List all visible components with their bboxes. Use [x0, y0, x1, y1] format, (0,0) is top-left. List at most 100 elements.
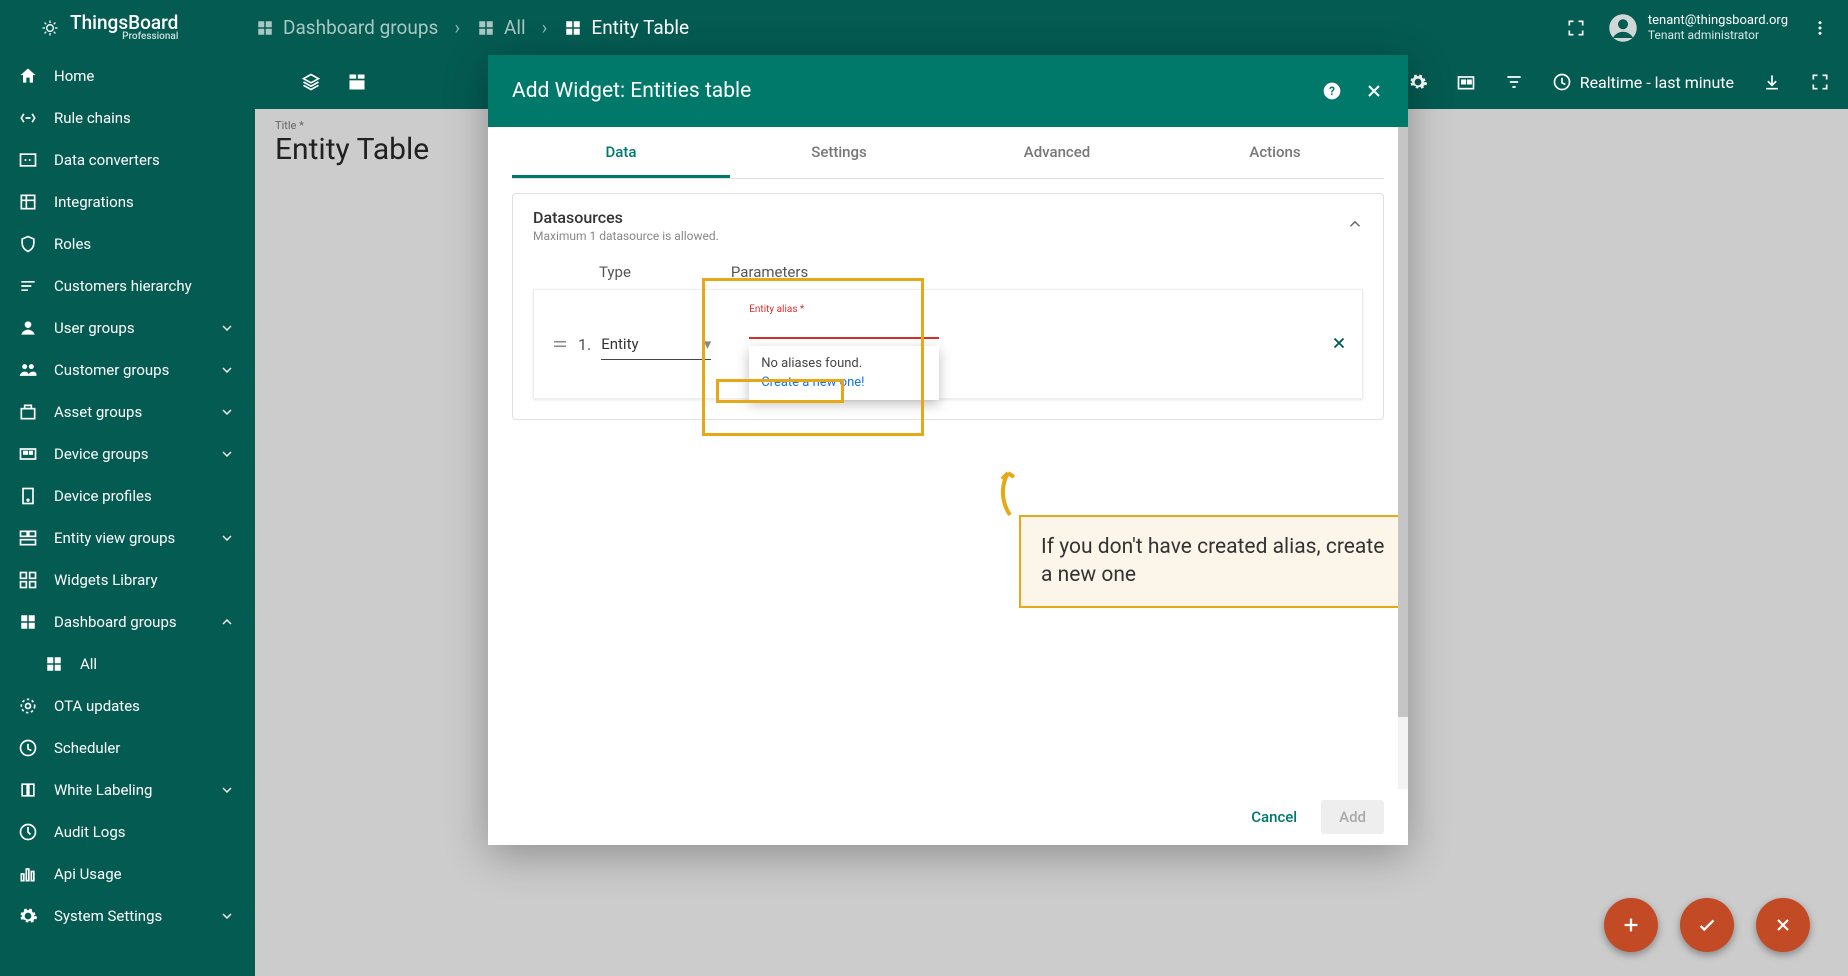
widgets-icon — [18, 570, 38, 590]
entity-alias-input[interactable] — [749, 315, 939, 339]
chevron-up-icon[interactable] — [1345, 214, 1365, 234]
row-index: 1. — [578, 335, 591, 354]
modal-title: Add Widget: Entities table — [512, 79, 751, 103]
labeling-icon — [18, 780, 38, 800]
customergroups-icon — [18, 360, 38, 380]
sidebar-item-home[interactable]: Home — [0, 55, 255, 97]
sidebar-item-api-usage[interactable]: Api Usage — [0, 853, 255, 895]
breadcrumb-current[interactable]: Entity Table — [563, 16, 689, 39]
home-icon — [18, 66, 38, 86]
cancel-button[interactable]: Cancel — [1251, 808, 1297, 826]
user-menu[interactable]: tenant@thingsboard.org Tenant administra… — [1608, 13, 1788, 43]
chevron-down-icon — [217, 528, 237, 548]
dashboard-icon — [255, 18, 275, 38]
sidebar-item-data-converters[interactable]: Data converters — [0, 139, 255, 181]
sidebar-item-customer-groups[interactable]: Customer groups — [0, 349, 255, 391]
datasources-card: Datasources Maximum 1 datasource is allo… — [512, 193, 1384, 420]
user-avatar-icon — [1608, 13, 1638, 43]
user-role: Tenant administrator — [1648, 28, 1788, 42]
sidebar-item-customers-hierarchy[interactable]: Customers hierarchy — [0, 265, 255, 307]
sidebar-item-rule-chains[interactable]: Rule chains — [0, 97, 255, 139]
datasource-row: 1. Entity ▾ Entity alias * No aliases fo… — [533, 289, 1363, 399]
sidebar-item-label: Scheduler — [54, 739, 120, 757]
roles-icon — [18, 234, 38, 254]
sidebar-item-label: Rule chains — [54, 109, 131, 127]
breadcrumb-all[interactable]: All — [476, 16, 526, 39]
card-subtitle: Maximum 1 datasource is allowed. — [533, 229, 1363, 243]
dashboard-icon — [476, 18, 496, 38]
app-name: ThingsBoard — [70, 13, 178, 32]
chevron-down-icon — [217, 360, 237, 380]
sidebar-item-ota-updates[interactable]: OTA updates — [0, 685, 255, 727]
help-icon[interactable]: ? — [1322, 81, 1342, 101]
sidebar-item-user-groups[interactable]: User groups — [0, 307, 255, 349]
app-logo[interactable]: ThingsBoard Professional — [0, 13, 255, 42]
add-widget-modal: Add Widget: Entities table ? DataSetting… — [488, 55, 1408, 845]
sidebar-item-label: Api Usage — [54, 865, 122, 883]
breadcrumb-dashboard-groups[interactable]: Dashboard groups — [255, 16, 438, 39]
sidebar-item-audit-logs[interactable]: Audit Logs — [0, 811, 255, 853]
entity-alias-label: Entity alias * — [749, 304, 939, 315]
sidebar-item-label: Audit Logs — [54, 823, 126, 841]
sidebar-item-label: Dashboard groups — [54, 613, 177, 631]
sidebar-item-asset-groups[interactable]: Asset groups — [0, 391, 255, 433]
app-edition: Professional — [122, 32, 178, 42]
chevron-down-icon — [217, 402, 237, 422]
sidebar-item-device-groups[interactable]: Device groups — [0, 433, 255, 475]
drag-handle-icon[interactable] — [550, 334, 570, 354]
sidebar-item-system-settings[interactable]: System Settings — [0, 895, 255, 937]
sidebar-item-scheduler[interactable]: Scheduler — [0, 727, 255, 769]
sidebar-item-widgets-library[interactable]: Widgets Library — [0, 559, 255, 601]
sidebar: Home Rule chains Data converters Integra… — [0, 55, 255, 976]
chevron-down-icon — [217, 780, 237, 800]
sidebar-item-label: OTA updates — [54, 697, 140, 715]
tab-data[interactable]: Data — [512, 127, 730, 178]
tab-settings[interactable]: Settings — [730, 127, 948, 178]
add-button[interactable]: Add — [1321, 800, 1384, 834]
chevron-down-icon — [217, 906, 237, 926]
dashboards-icon — [44, 654, 64, 674]
sidebar-item-label: White Labeling — [54, 781, 152, 799]
api-icon — [18, 864, 38, 884]
sidebar-item-device-profiles[interactable]: Device profiles — [0, 475, 255, 517]
sidebar-item-label: Roles — [54, 235, 91, 253]
create-alias-link[interactable]: Create a new one! — [761, 375, 927, 390]
sidebar-item-integrations[interactable]: Integrations — [0, 181, 255, 223]
remove-datasource-icon[interactable] — [1330, 334, 1348, 352]
modal-scrollbar[interactable] — [1398, 127, 1408, 789]
usergroups-icon — [18, 318, 38, 338]
dashboards-icon — [18, 612, 38, 632]
logo-icon — [40, 18, 60, 38]
annotation-callout: If you don't have created alias, create … — [1019, 515, 1408, 608]
sidebar-item-entity-view-groups[interactable]: Entity view groups — [0, 517, 255, 559]
chevron-down-icon — [217, 444, 237, 464]
chevron-right-icon: › — [542, 16, 548, 39]
sidebar-item-label: Customer groups — [54, 361, 169, 379]
modal-overlay: Add Widget: Entities table ? DataSetting… — [255, 55, 1848, 976]
dashboard-icon — [563, 18, 583, 38]
sidebar-item-label: Asset groups — [54, 403, 142, 421]
integrations-icon — [18, 192, 38, 212]
tab-advanced[interactable]: Advanced — [948, 127, 1166, 178]
chevron-up-icon — [217, 612, 237, 632]
fullscreen-icon[interactable] — [1566, 18, 1586, 38]
sidebar-item-label: Home — [54, 67, 94, 85]
profiles-icon — [18, 486, 38, 506]
sidebar-item-label: Widgets Library — [54, 571, 158, 589]
no-aliases-message: No aliases found. — [761, 356, 927, 371]
sidebar-item-dashboard-groups[interactable]: Dashboard groups — [0, 601, 255, 643]
sidebar-item-label: Data converters — [54, 151, 160, 169]
ota-icon — [18, 696, 38, 716]
sidebar-item-label: User groups — [54, 319, 135, 337]
more-vert-icon[interactable] — [1810, 18, 1830, 38]
close-icon[interactable] — [1364, 81, 1384, 101]
sidebar-item-all[interactable]: All — [0, 643, 255, 685]
datasource-type-select[interactable]: Entity ▾ — [601, 329, 711, 360]
svg-text:?: ? — [1329, 84, 1335, 98]
sidebar-item-roles[interactable]: Roles — [0, 223, 255, 265]
column-params-label: Parameters — [731, 263, 808, 281]
tab-actions[interactable]: Actions — [1166, 127, 1384, 178]
converters-icon — [18, 150, 38, 170]
sidebar-item-white-labeling[interactable]: White Labeling — [0, 769, 255, 811]
card-title: Datasources — [533, 208, 1363, 227]
